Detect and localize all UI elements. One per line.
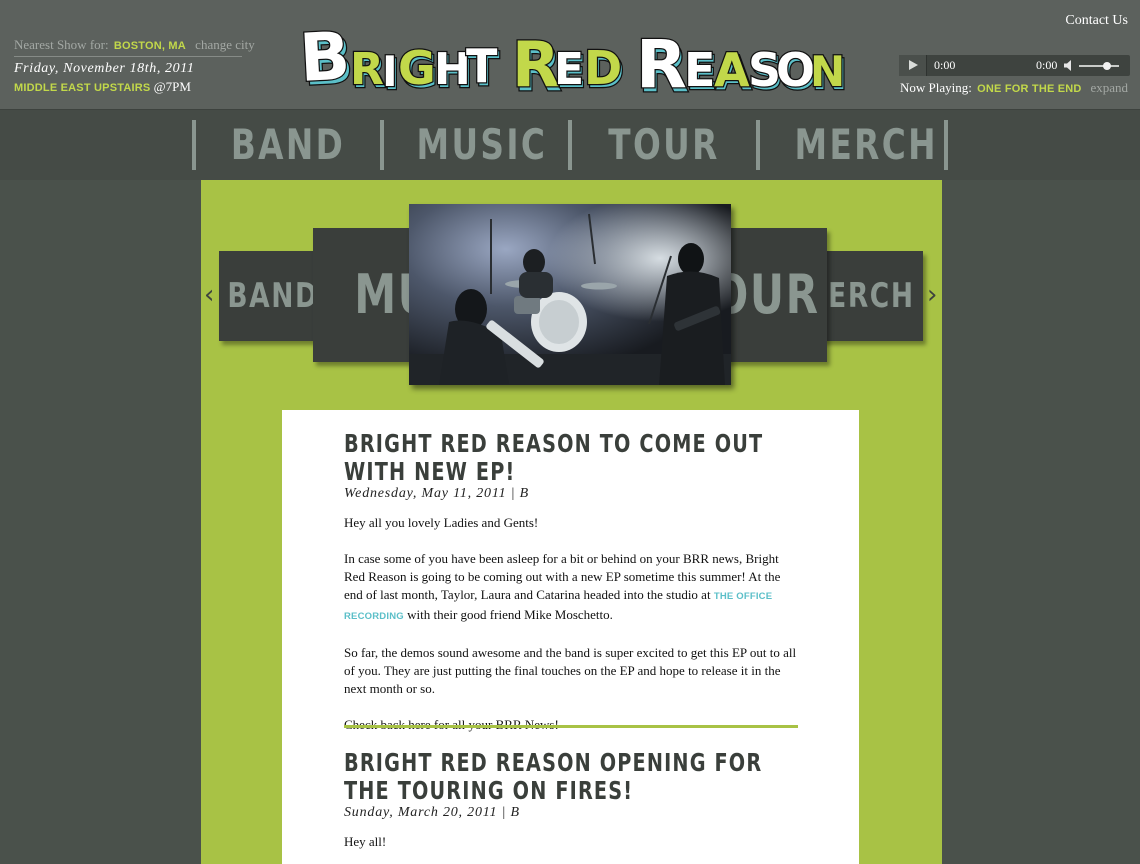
svg-text:A: A bbox=[714, 43, 750, 97]
nav-item-music[interactable]: MUSIC bbox=[417, 110, 545, 180]
svg-text:I: I bbox=[382, 47, 398, 96]
audio-player: 0:00 0:00 bbox=[899, 55, 1130, 76]
band-photo-image bbox=[409, 204, 731, 385]
main-content: ‹ › BAND MERCH MUSIC TOUR bbox=[201, 180, 942, 864]
time-total: 0:00 bbox=[1036, 58, 1058, 72]
nearest-show-widget: Nearest Show for: BOSTON, MA change city… bbox=[14, 37, 255, 95]
post-paragraph: Hey all! bbox=[344, 834, 387, 849]
band-live-photo[interactable] bbox=[409, 204, 731, 385]
svg-text:E: E bbox=[554, 44, 584, 95]
nav-divider bbox=[380, 120, 384, 170]
show-venue[interactable]: MIDDLE EAST UPSTAIRS bbox=[14, 82, 150, 94]
main-nav: BAND MUSIC TOUR MERCH bbox=[0, 110, 1140, 180]
play-icon bbox=[909, 60, 918, 70]
show-date: Friday, November 18th, 2011 bbox=[14, 61, 195, 76]
change-city-link[interactable]: change city bbox=[195, 37, 255, 52]
post-paragraph: Hey all you lovely Ladies and Gents! bbox=[344, 515, 539, 530]
nav-divider bbox=[192, 120, 196, 170]
nearest-show-label: Nearest Show for: bbox=[14, 37, 109, 52]
svg-text:N: N bbox=[810, 47, 845, 96]
svg-text:D: D bbox=[584, 41, 622, 95]
post-divider bbox=[344, 725, 798, 728]
nearest-show-line: Nearest Show for: BOSTON, MA change city bbox=[14, 37, 255, 57]
nav-item-band[interactable]: BAND bbox=[230, 110, 347, 180]
svg-text:G: G bbox=[398, 41, 436, 95]
svg-text:R: R bbox=[636, 26, 687, 102]
svg-text:R: R bbox=[350, 44, 384, 95]
nearest-city: BOSTON, MA bbox=[113, 40, 186, 52]
post-body: Hey all you lovely Ladies and Gents! In … bbox=[344, 514, 800, 734]
time-elapsed: 0:00 bbox=[934, 58, 956, 72]
carousel-slide-label: BAND bbox=[227, 276, 319, 316]
post-title[interactable]: BRIGHT RED REASON OPENING FOR THE TOURIN… bbox=[344, 749, 798, 805]
nav-divider bbox=[568, 120, 572, 170]
expand-player-link[interactable]: expand bbox=[1070, 80, 1128, 96]
post-text: with their good friend Mike Moschetto. bbox=[403, 607, 613, 622]
post-title[interactable]: BRIGHT RED REASON TO COME OUT WITH NEW E… bbox=[344, 430, 798, 486]
show-time: @7PM bbox=[153, 79, 191, 94]
site-header: Nearest Show for: BOSTON, MA change city… bbox=[0, 0, 1140, 110]
volume-knob[interactable] bbox=[1103, 62, 1111, 70]
news-article-panel: BRIGHT RED REASON TO COME OUT WITH NEW E… bbox=[282, 410, 859, 864]
post-meta: Wednesday, May 11, 2011 | B bbox=[344, 486, 529, 501]
now-playing-track: ONE FOR THE END bbox=[977, 83, 1082, 95]
now-playing-label: Now Playing: bbox=[900, 80, 972, 95]
nav-item-tour[interactable]: TOUR bbox=[606, 110, 723, 180]
svg-text:B: B bbox=[300, 17, 352, 97]
now-playing: Now Playing: ONE FOR THE END bbox=[900, 80, 1082, 96]
show-venue-line: MIDDLE EAST UPSTAIRS @7PM bbox=[14, 79, 242, 95]
news-post: BRIGHT RED REASON TO COME OUT WITH NEW E… bbox=[344, 430, 800, 752]
nav-divider bbox=[756, 120, 760, 170]
svg-text:T: T bbox=[466, 39, 498, 93]
nav-item-merch[interactable]: MERCH bbox=[795, 110, 936, 180]
news-post: BRIGHT RED REASON OPENING FOR THE TOURIN… bbox=[344, 749, 800, 864]
svg-text:R: R bbox=[512, 28, 560, 101]
logo-wordmark: B B RR II GG HH TT RR EE DD RR EE AA SS … bbox=[296, 16, 848, 108]
post-paragraph: So far, the demos sound awesome and the … bbox=[344, 645, 797, 696]
post-meta: Sunday, March 20, 2011 | B bbox=[344, 805, 520, 820]
site-logo[interactable]: B B RR II GG HH TT RR EE DD RR EE AA SS … bbox=[296, 14, 848, 108]
play-button[interactable] bbox=[899, 55, 927, 76]
post-paragraph: In case some of you have been asleep for… bbox=[344, 550, 800, 626]
carousel-prev-arrow[interactable]: ‹ bbox=[204, 280, 214, 310]
volume-icon[interactable] bbox=[1064, 60, 1076, 71]
contact-us-link[interactable]: Contact Us bbox=[1040, 13, 1128, 29]
post-body: Hey all! bbox=[344, 833, 800, 851]
feature-carousel: ‹ › BAND MERCH MUSIC TOUR bbox=[201, 180, 942, 410]
carousel-next-arrow[interactable]: › bbox=[927, 280, 937, 310]
nav-divider bbox=[944, 120, 948, 170]
svg-text:E: E bbox=[684, 43, 715, 97]
volume-slider[interactable] bbox=[1079, 65, 1119, 67]
